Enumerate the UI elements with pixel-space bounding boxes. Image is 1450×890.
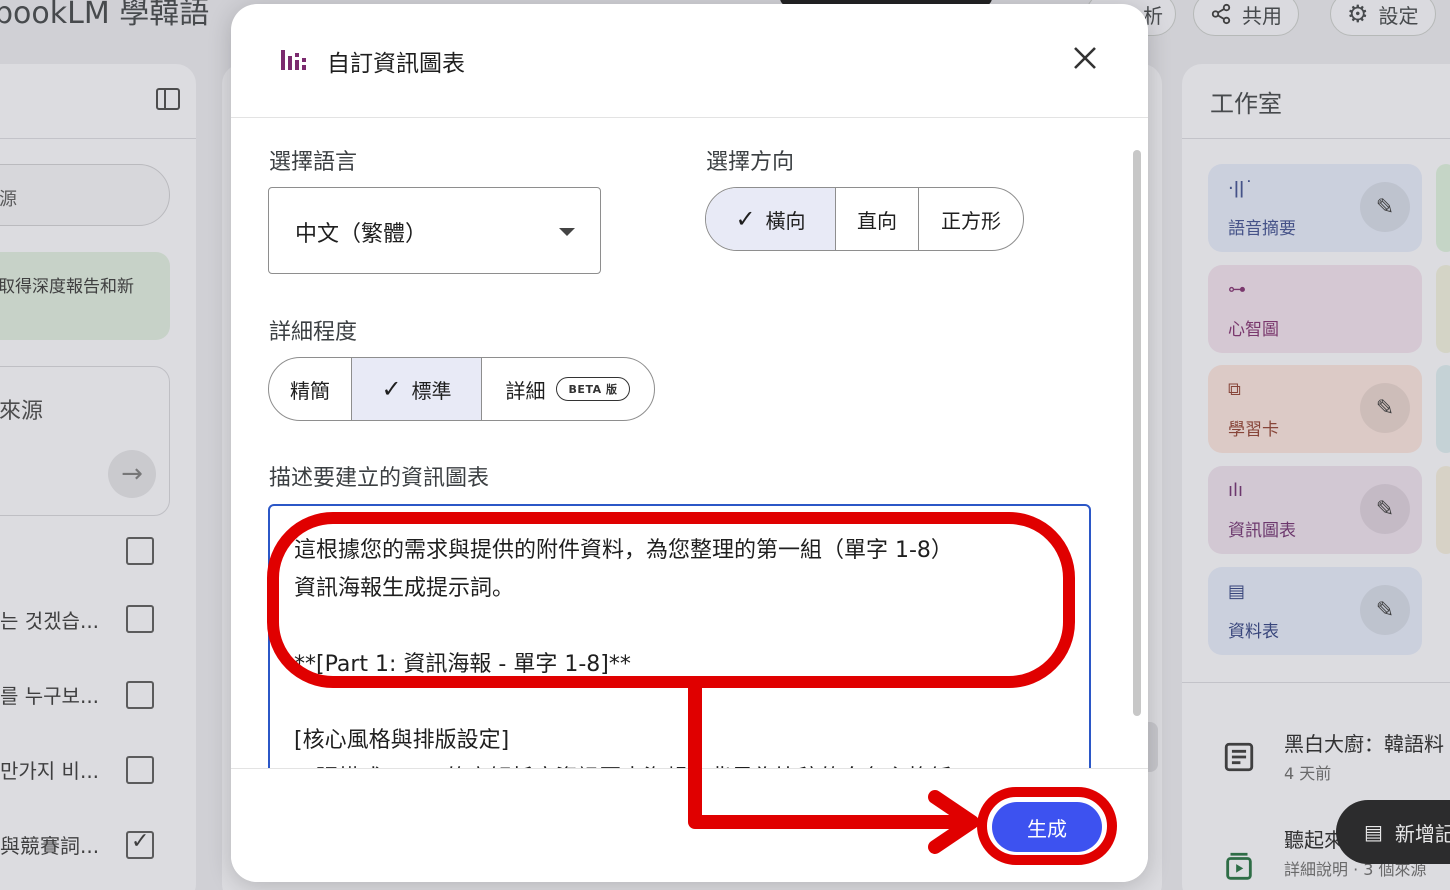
generate-button[interactable]: 生成: [992, 802, 1102, 852]
dialog-header: 自訂資訊圖表: [231, 4, 1148, 118]
caret-down-icon: [559, 228, 575, 236]
language-value: 中文（繁體）: [295, 222, 428, 247]
detail-option-label: 精簡: [290, 378, 330, 403]
detail-option-concise[interactable]: 精簡: [269, 358, 352, 420]
detail-segmented-control: 精簡 ✓ 標準 詳細 BETA 版: [268, 357, 655, 421]
check-icon: ✓: [381, 375, 402, 403]
beta-badge: BETA 版: [555, 377, 631, 401]
orientation-option-landscape[interactable]: ✓ 橫向: [706, 188, 836, 250]
check-icon: ✓: [735, 205, 756, 233]
detail-option-label: 詳細: [505, 378, 546, 403]
orientation-label: 選擇方向: [706, 150, 795, 175]
infographic-icon: [281, 50, 306, 70]
description-label: 描述要建立的資訊圖表: [269, 466, 490, 491]
dialog-scrollbar[interactable]: [1133, 150, 1141, 716]
custom-infographic-dialog: 自訂資訊圖表 選擇語言 中文（繁體） 選擇方向 ✓ 橫向 直向 正方形 詳細程度…: [231, 4, 1148, 882]
language-select[interactable]: 中文（繁體）: [268, 187, 601, 274]
orientation-option-label: 正方形: [941, 208, 1001, 233]
detail-level-label: 詳細程度: [269, 320, 358, 345]
orientation-option-square[interactable]: 正方形: [919, 188, 1023, 250]
language-label: 選擇語言: [269, 150, 358, 175]
orientation-option-label: 橫向: [765, 208, 806, 233]
dialog-title: 自訂資訊圖表: [327, 51, 465, 77]
close-icon: [1074, 47, 1096, 69]
orientation-segmented-control: ✓ 橫向 直向 正方形: [705, 187, 1024, 251]
detail-option-label: 標準: [411, 378, 452, 403]
description-text: 這根據您的需求與提供的附件資料，為您整理的第一組（單字 1-8） 資訊海報生成提…: [294, 538, 953, 791]
detail-option-detailed[interactable]: 詳細 BETA 版: [482, 358, 654, 420]
orientation-option-portrait[interactable]: 直向: [836, 188, 919, 250]
orientation-option-label: 直向: [857, 208, 897, 233]
close-button[interactable]: [1067, 40, 1103, 76]
infographic-description-textarea[interactable]: 這根據您的需求與提供的附件資料，為您整理的第一組（單字 1-8） 資訊海報生成提…: [268, 504, 1091, 804]
detail-option-standard[interactable]: ✓ 標準: [352, 358, 482, 420]
